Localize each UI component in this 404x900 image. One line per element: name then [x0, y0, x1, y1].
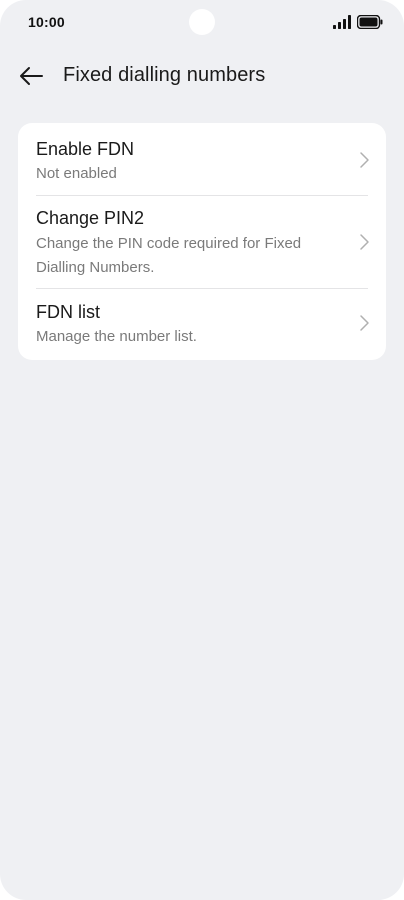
phone-screen: 10:00 Fixed dialling numbers Enable FDN … [0, 0, 404, 900]
fdn-list-item[interactable]: FDN list Manage the number list. [18, 289, 386, 360]
arrow-left-icon [20, 67, 43, 85]
battery-full-icon [357, 15, 383, 29]
fdn-list-subtitle: Manage the number list. [36, 328, 197, 345]
signal-bars-icon [333, 15, 351, 29]
chevron-right-icon [360, 234, 369, 250]
app-bar: Fixed dialling numbers [0, 52, 404, 100]
chevron-right-icon [360, 315, 369, 331]
change-pin2-subtitle: Change the PIN code required for Fixed D… [36, 235, 302, 276]
enable-fdn-title: Enable FDN [36, 139, 135, 159]
camera-cutout [189, 9, 215, 35]
status-time: 10:00 [28, 14, 65, 30]
change-pin2-item[interactable]: Change PIN2 Change the PIN code required… [18, 196, 386, 288]
back-button[interactable] [12, 58, 50, 94]
chevron-right-icon [360, 152, 369, 168]
enable-fdn-item[interactable]: Enable FDN Not enabled [18, 123, 386, 195]
fdn-list-title: FDN list [36, 302, 100, 322]
settings-card: Enable FDN Not enabled Change PIN2 Chang… [18, 123, 386, 360]
status-bar: 10:00 [0, 0, 404, 46]
page-title: Fixed dialling numbers [63, 64, 266, 86]
enable-fdn-subtitle: Not enabled [36, 165, 117, 182]
change-pin2-title: Change PIN2 [36, 208, 145, 228]
